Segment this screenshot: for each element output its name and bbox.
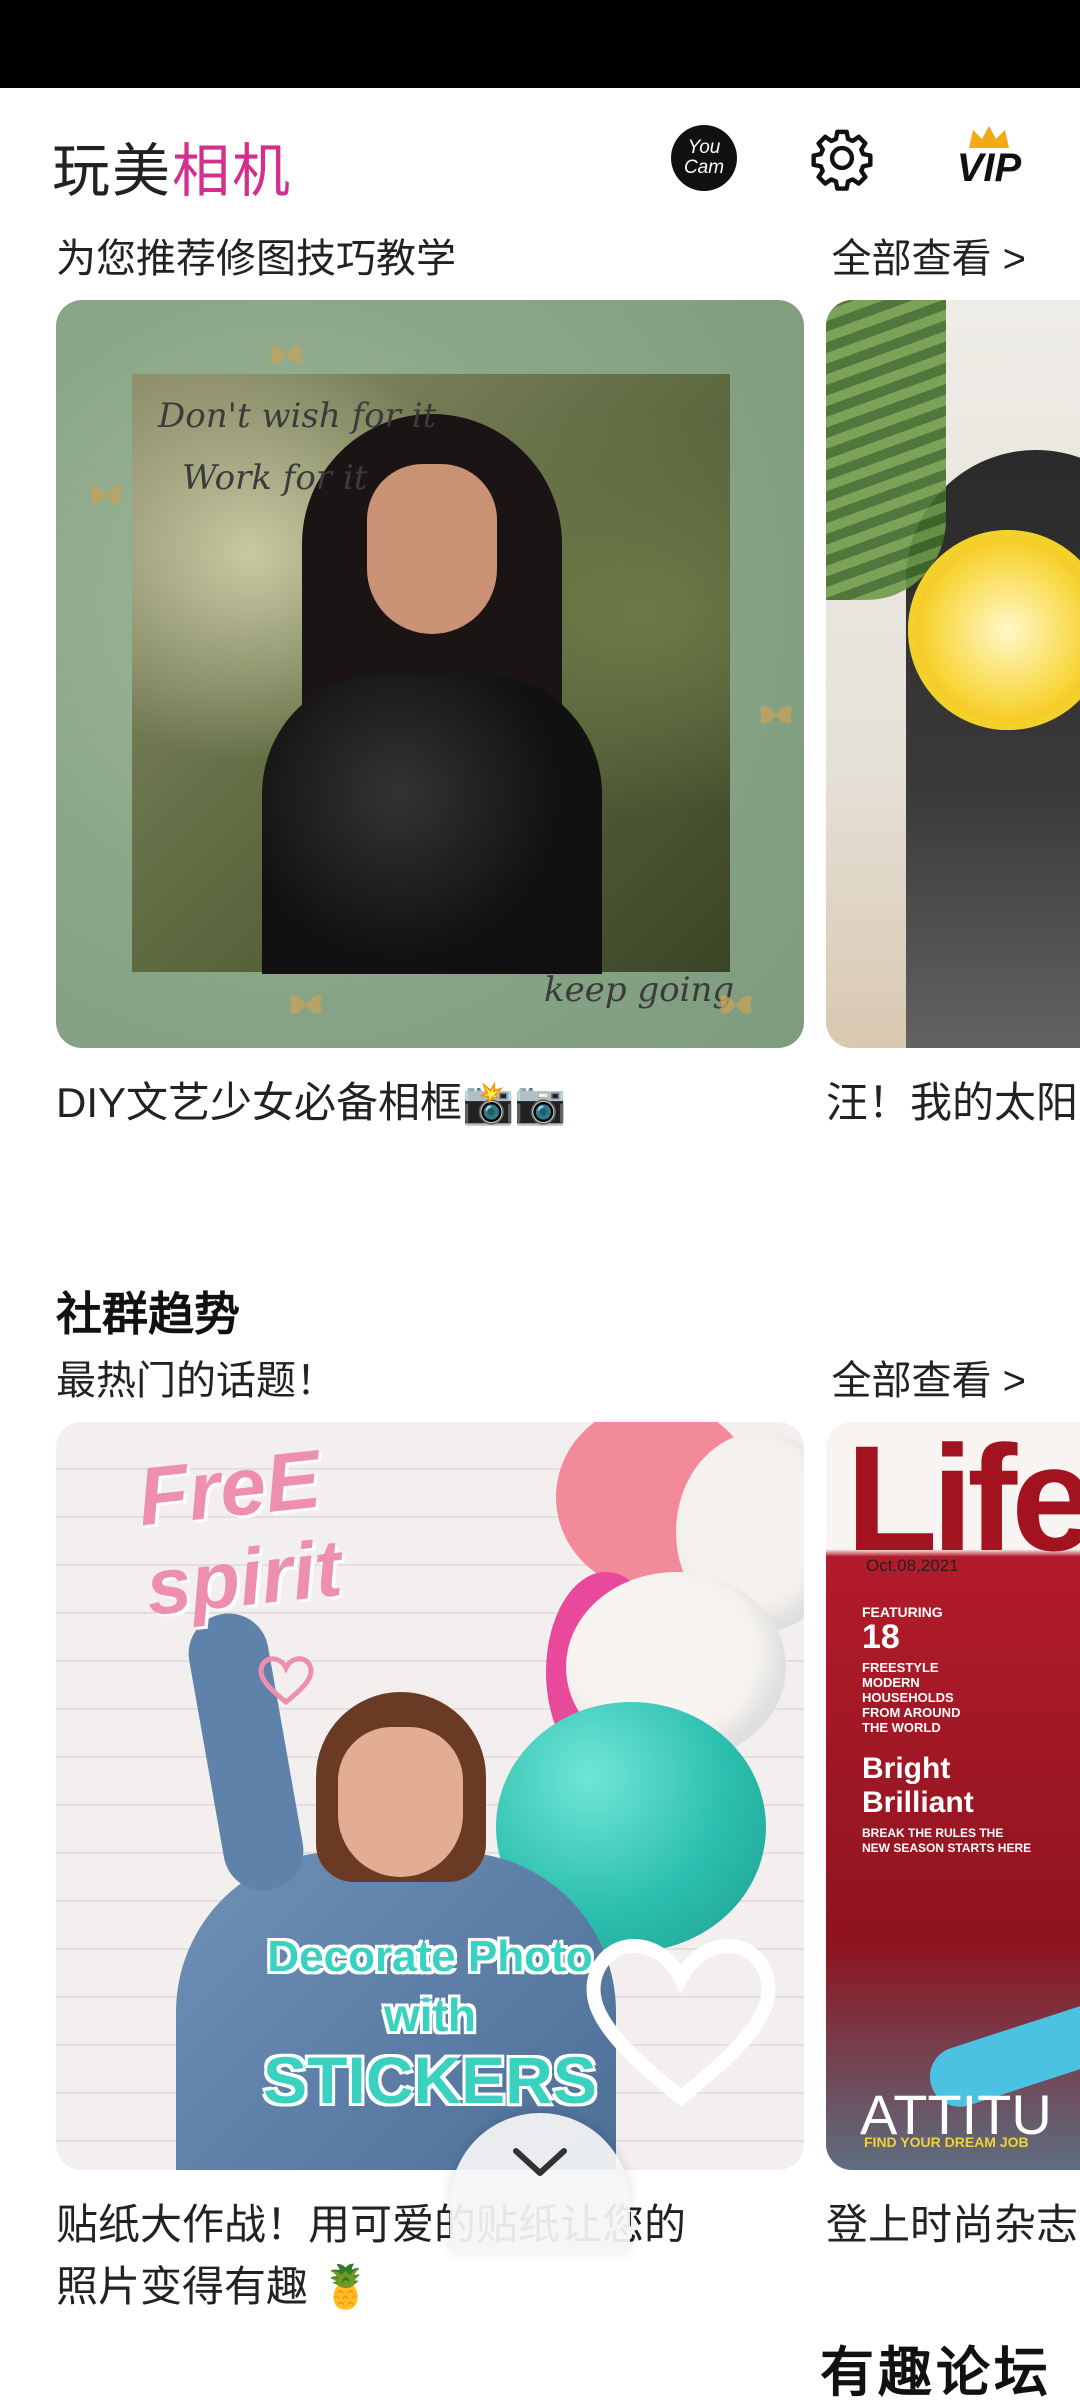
app-title-part1: 玩美 [52,139,173,204]
community-view-all-link[interactable]: 全部查看 > [832,1348,1026,1406]
settings-button[interactable] [802,118,882,198]
gear-icon [811,129,873,191]
magazine-bright: Bright [862,1752,951,1785]
chevron-down-icon [513,2148,567,2176]
youcam-text-1: You [687,137,721,158]
sticker-decorate-text: Decorate Photo [267,1932,593,1981]
magazine-date: Oct.08,2021 [866,1556,959,1575]
watermark: 有趣论坛 [820,2340,1052,2400]
script-text-2: Work for it [182,458,368,498]
heart-icon [258,1656,314,1706]
youcam-icon: You Cam [671,125,737,191]
butterfly-icon [760,705,792,724]
butterfly-icon [290,995,322,1014]
butterfly-icon [270,345,302,364]
community-title: 社群趋势 [56,1288,240,1340]
magazine-number: 18 [862,1618,900,1656]
sticker-stickers-text: STICKERS [263,2043,597,2117]
vip-button[interactable]: VIP [944,112,1034,202]
butterfly-icon [90,485,122,504]
community-card-2-image[interactable]: Life Oct.08,2021 FEATURING 18 FREESTYLE … [826,1422,1080,2170]
tutorials-subtitle: 为您推荐修图技巧教学 [56,237,456,281]
vip-label: VIP [956,145,1022,190]
magazine-headline: FREESTYLE MODERN HOUSEHOLDS FROM AROUND … [862,1660,961,1735]
tutorial-card-1-image[interactable]: Don't wish for it Work for it keep going [56,300,804,1048]
sticker-with-text: with [384,1989,476,2041]
magazine-find: FIND YOUR DREAM JOB [864,2134,1029,2150]
app-header: 玩美相机 You Cam VIP [0,88,1080,228]
portrait-photo: Don't wish for it Work for it [132,374,730,974]
status-bar [0,0,1080,88]
app-title-part2: 相机 [172,139,293,204]
tutorials-view-all-link[interactable]: 全部查看 > [832,226,1026,284]
script-text-3: keep going [544,970,735,1010]
community-subtitle: 最热门的话题！ [56,1359,336,1403]
tutorial-card-2-caption[interactable]: 汪！我的太阳 [826,1072,1078,1134]
community-card-1-image[interactable]: FreE spirit Decorate Photo with STICKERS [56,1422,804,2170]
caption-line-2: 照片变得有趣 🍍 [56,2263,372,2310]
youcam-button[interactable]: You Cam [664,118,744,198]
tutorial-card-1-caption[interactable]: DIY文艺少女必备相框📸📷 [56,1072,567,1134]
tutorial-card-2-image[interactable] [826,300,1080,1048]
app-title: 玩美相机 [52,124,292,208]
butterfly-icon [720,995,752,1014]
magazine-brilliant: Brilliant [862,1786,974,1819]
sticker-spirit-text: spirit [141,1523,346,1632]
community-card-2-caption[interactable]: 登上时尚杂志 [826,2194,1078,2256]
youcam-text-2: Cam [683,157,725,178]
magazine-subline: BREAK THE RULES THE NEW SEASON STARTS HE… [862,1826,1032,1855]
script-text-1: Don't wish for it [158,396,437,436]
